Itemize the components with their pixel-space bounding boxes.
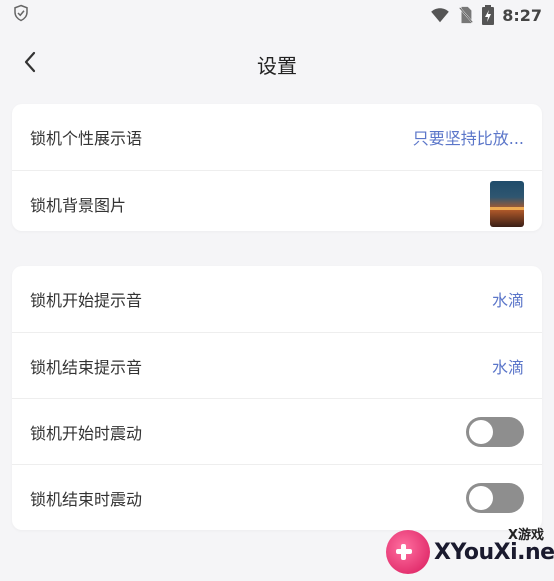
- start-sound-row[interactable]: 锁机开始提示音 水滴: [12, 266, 542, 332]
- start-sound-value: 水滴: [491, 291, 524, 310]
- start-sound-label: 锁机开始提示音: [30, 291, 143, 310]
- end-vibrate-row: 锁机结束时震动: [12, 464, 542, 530]
- start-vibrate-toggle[interactable]: [466, 416, 524, 447]
- lock-background-label: 锁机背景图片: [30, 195, 127, 215]
- end-vibrate-toggle[interactable]: [466, 482, 524, 513]
- top-bar: 设置: [0, 38, 554, 90]
- no-sim-icon: [458, 6, 474, 24]
- end-sound-label: 锁机结束提示音: [30, 357, 143, 377]
- status-bar: 8:27: [0, 0, 554, 30]
- start-vibrate-label: 锁机开始时震动: [30, 423, 143, 443]
- settings-card-display: 锁机个性展示语 只要坚持比放... 锁机背景图片: [12, 104, 542, 231]
- status-time: 8:27: [502, 5, 542, 25]
- lock-slogan-value: 只要坚持比放...: [412, 129, 524, 148]
- lock-slogan-row[interactable]: 锁机个性展示语 只要坚持比放...: [12, 104, 542, 170]
- game-logo-icon: [386, 530, 430, 574]
- end-sound-row[interactable]: 锁机结束提示音 水滴: [12, 332, 542, 398]
- lock-background-row[interactable]: 锁机背景图片: [12, 170, 542, 236]
- settings-card-alerts: 锁机开始提示音 水滴 锁机结束提示音 水滴 锁机开始时震动 锁机结束时震动: [12, 266, 542, 530]
- lock-slogan-label: 锁机个性展示语: [30, 129, 143, 148]
- toggle-knob: [469, 419, 493, 444]
- watermark-text: XYouXi.net: [434, 540, 554, 565]
- end-vibrate-label: 锁机结束时震动: [30, 489, 143, 509]
- background-thumbnail[interactable]: [490, 180, 524, 227]
- start-vibrate-row: 锁机开始时震动: [12, 398, 542, 464]
- battery-icon: [482, 5, 495, 25]
- watermark: X游戏 XYouXi.net: [382, 522, 554, 581]
- end-sound-value: 水滴: [491, 357, 524, 377]
- page-title: 设置: [257, 54, 297, 78]
- wifi-icon: [430, 7, 450, 23]
- toggle-knob: [469, 485, 493, 510]
- shield-check-icon: [12, 4, 30, 26]
